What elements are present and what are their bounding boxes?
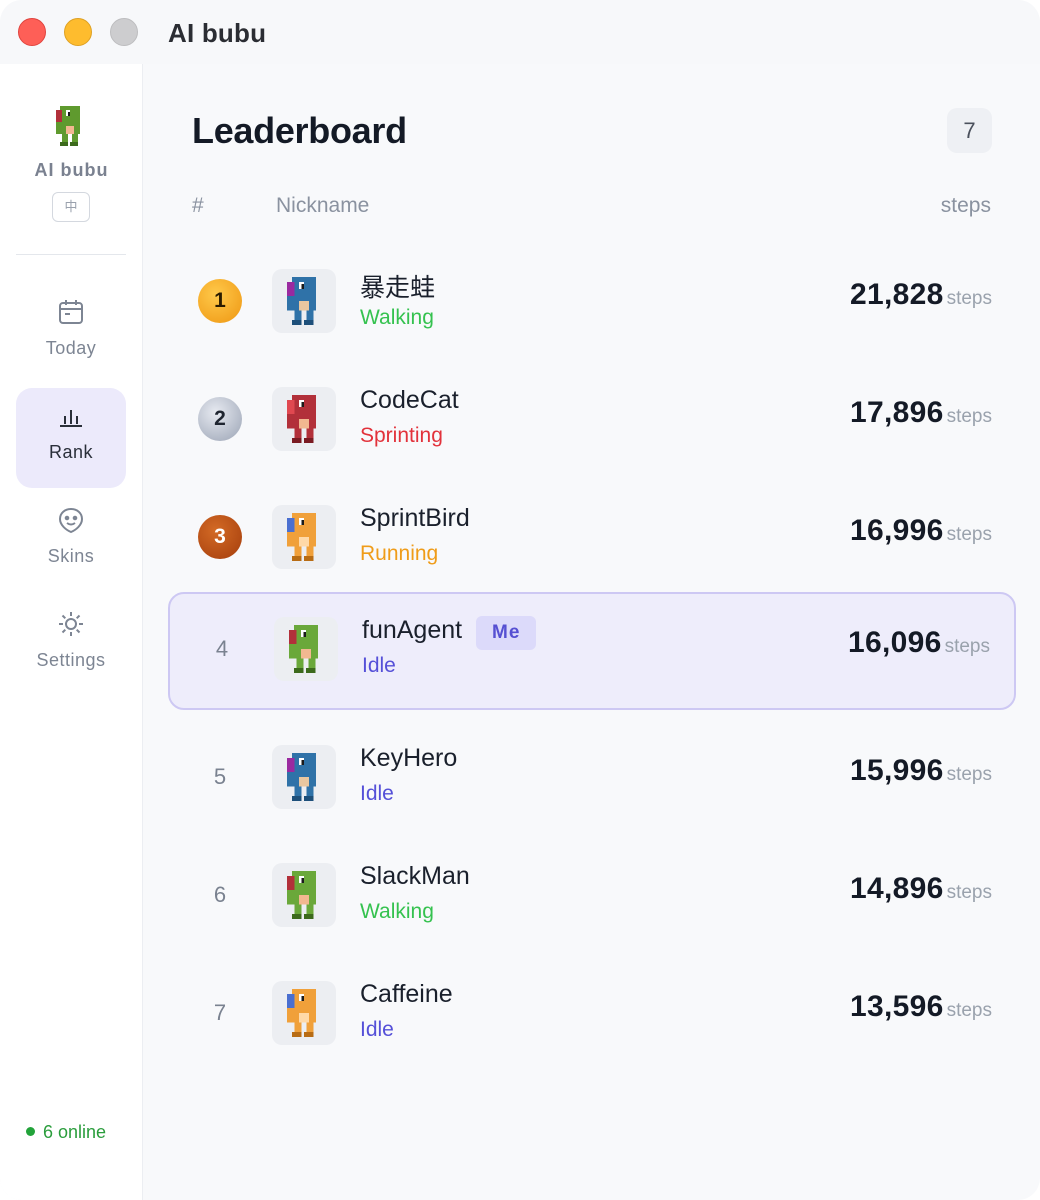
window-title: AI bubu [168, 18, 267, 48]
player-nickname: CodeCat [360, 386, 459, 414]
player-nickname: funAgent [362, 616, 463, 644]
title-bar: AI bubu [0, 0, 1040, 64]
dino-avatar-icon [287, 753, 316, 801]
leaderboard-row[interactable]: 2 CodeCat Sprinting 17,896 steps [168, 364, 1016, 482]
player-nickname: Caffeine [360, 980, 453, 1008]
dino-avatar-icon [287, 989, 316, 1037]
step-unit: steps [946, 524, 992, 545]
leaderboard-panel: Leaderboard 7 # Nickname steps 1 暴走蛙 Walki… [144, 64, 1040, 1200]
player-avatar [272, 387, 336, 451]
nav-item-today[interactable]: Today [16, 284, 126, 384]
nav-item-skins[interactable]: Skins [16, 492, 126, 592]
app-window: AI bubu AI bubu 中 Today Rank Skins Setti… [0, 0, 1040, 1200]
step-value: 16,996 [850, 514, 944, 547]
step-count: 16,996 steps [850, 514, 992, 554]
player-avatar [272, 745, 336, 809]
step-unit: steps [946, 288, 992, 309]
sun-icon [59, 612, 83, 636]
player-nickname: 暴走蛙 [360, 274, 436, 302]
online-status: 6 online [26, 1122, 106, 1143]
close-window-button[interactable] [18, 18, 46, 46]
step-count: 21,828 steps [850, 278, 992, 318]
nav-label-today: Today [45, 338, 97, 358]
rank-number: 7 [213, 1000, 227, 1025]
player-nickname: KeyHero [360, 744, 458, 772]
step-unit: steps [946, 1000, 992, 1021]
player-avatar [272, 863, 336, 927]
step-unit: steps [946, 764, 992, 785]
player-status: Idle [360, 782, 394, 805]
dino-avatar-icon [287, 513, 316, 561]
step-value: 21,828 [850, 278, 944, 311]
dino-avatar-icon [287, 871, 316, 919]
step-unit: steps [946, 406, 992, 427]
nav-label-skins: Skins [47, 546, 95, 566]
mascot-logo-icon [56, 106, 80, 146]
player-status: Running [360, 542, 439, 565]
minimize-window-button[interactable] [64, 18, 92, 46]
step-count: 16,096 steps [848, 626, 990, 666]
player-avatar [272, 505, 336, 569]
online-dot-icon [26, 1127, 35, 1136]
gold-medal-badge: 1 [198, 279, 242, 323]
rank-number: 5 [213, 764, 227, 789]
leaderboard-row[interactable]: 7 Caffeine Idle 13,596 steps [168, 958, 1016, 1076]
silver-medal-badge: 2 [198, 397, 242, 441]
leaderboard-row[interactable]: 5 KeyHero Idle 15,996 steps [168, 722, 1016, 840]
step-count: 14,896 steps [850, 872, 992, 912]
language-toggle-button[interactable]: 中 [52, 192, 90, 222]
zoom-window-button[interactable] [110, 18, 138, 46]
player-status: Walking [360, 900, 434, 923]
step-value: 16,096 [848, 626, 942, 659]
leaderboard-row[interactable]: 6 SlackMan Walking 14,896 steps [168, 840, 1016, 958]
step-value: 15,996 [850, 754, 944, 787]
rank-number: 6 [213, 882, 227, 907]
column-header-rank: # [192, 194, 204, 217]
online-count: 6 online [43, 1122, 107, 1142]
sidebar-divider [16, 254, 126, 255]
step-unit: steps [944, 636, 990, 657]
column-header-nickname: Nickname [276, 194, 370, 217]
brand-name: AI bubu [34, 160, 109, 180]
step-value: 13,596 [850, 990, 944, 1023]
nav-item-settings[interactable]: Settings [16, 596, 126, 696]
nav-label-rank: Rank [48, 442, 94, 462]
step-value: 14,896 [850, 872, 944, 905]
player-status: Idle [362, 654, 396, 677]
calendar-icon [59, 300, 83, 324]
dino-avatar-icon [289, 625, 318, 673]
dino-avatar-icon [287, 395, 316, 443]
face-icon [58, 507, 84, 534]
player-nickname: SprintBird [360, 504, 470, 532]
player-avatar [272, 269, 336, 333]
rank-number: 4 [215, 636, 229, 661]
step-value: 17,896 [850, 396, 944, 429]
dino-avatar-icon [287, 277, 316, 325]
step-count: 15,996 steps [850, 754, 992, 794]
leaderboard-row-me[interactable]: 4 funAgent Me Idle 16,096 steps [168, 592, 1016, 710]
player-status: Walking [360, 306, 434, 329]
bar-chart-icon [60, 410, 82, 427]
step-count: 13,596 steps [850, 990, 992, 1030]
nav-item-rank[interactable]: Rank [16, 388, 126, 488]
column-header-steps: steps [940, 194, 991, 217]
page-title: Leaderboard [192, 110, 407, 151]
step-unit: steps [946, 882, 992, 903]
sidebar: AI bubu 中 Today Rank Skins Settings 6 on… [0, 64, 143, 1200]
player-nickname: SlackMan [360, 862, 470, 890]
me-badge: Me [476, 616, 537, 650]
player-avatar [274, 617, 338, 681]
bronze-medal-badge: 3 [198, 515, 242, 559]
player-status: Sprinting [360, 424, 443, 447]
player-avatar [272, 981, 336, 1045]
player-count-badge: 7 [947, 108, 992, 153]
leaderboard-row[interactable]: 1 暴走蛙 Walking 21,828 steps [168, 246, 1016, 364]
player-status: Idle [360, 1018, 394, 1041]
nav-label-settings: Settings [36, 650, 106, 670]
leaderboard-row[interactable]: 3 SprintBird Running 16,996 steps [168, 482, 1016, 600]
step-count: 17,896 steps [850, 396, 992, 436]
